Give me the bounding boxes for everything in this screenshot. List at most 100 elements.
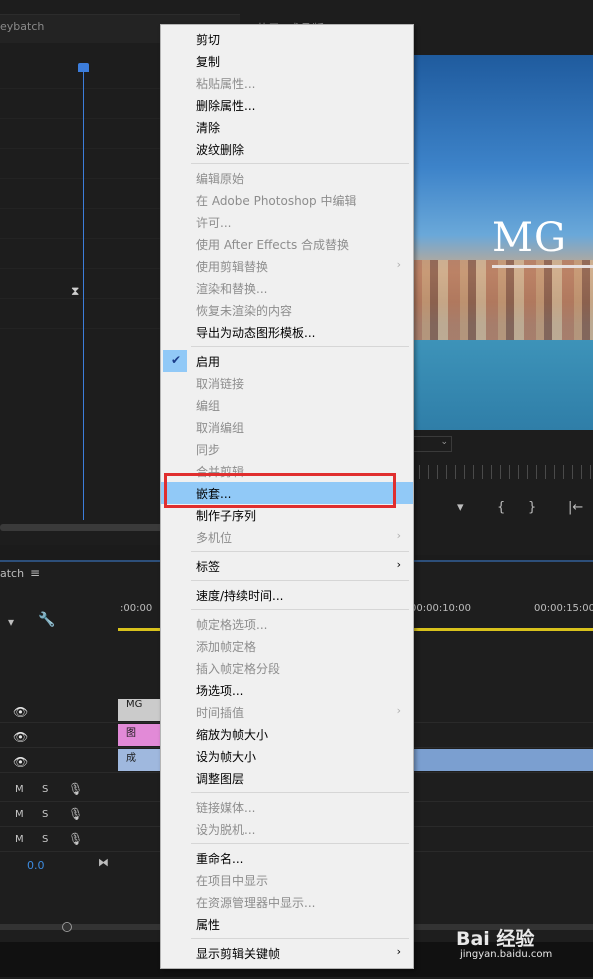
volume-icon[interactable]: ⧓: [98, 856, 109, 869]
menu-item[interactable]: 粘贴属性...: [161, 72, 413, 94]
mic-icon[interactable]: 🎙: [68, 832, 83, 846]
menu-item[interactable]: 多机位 ›: [161, 526, 413, 548]
menu-item-label: 时间插值: [196, 706, 245, 720]
menu-item[interactable]: 剪切: [161, 28, 413, 50]
solo-button[interactable]: S: [42, 809, 48, 820]
master-volume-value[interactable]: 0.0: [27, 859, 45, 872]
solo-button[interactable]: S: [42, 834, 48, 845]
menu-item-label: 编组: [196, 399, 221, 413]
menu-item-label: 渲染和替换...: [196, 282, 268, 296]
menu-item-label: 波纹删除: [196, 143, 245, 157]
menu-item[interactable]: 帧定格选项...: [161, 613, 413, 635]
go-to-in-icon[interactable]: |←: [568, 500, 583, 515]
menu-item[interactable]: 设为帧大小: [161, 745, 413, 767]
timeline-clip-v2[interactable]: 图: [118, 724, 163, 746]
menu-item[interactable]: 速度/持续时间...: [161, 584, 413, 606]
menu-item[interactable]: 显示剪辑关键帧 ›: [161, 942, 413, 964]
submenu-arrow-icon: ›: [396, 529, 401, 542]
source-panel-title[interactable]: eybatch: [0, 20, 44, 33]
video-title-underline: [492, 265, 593, 268]
resolution-dropdown[interactable]: ⌄: [412, 436, 452, 452]
menu-item-label: 剪切: [196, 33, 221, 47]
menu-item[interactable]: 渲染和替换...: [161, 277, 413, 299]
chevron-down-icon: ⌄: [440, 437, 448, 447]
menu-item[interactable]: 在项目中显示: [161, 869, 413, 891]
timeline-clip-v3[interactable]: MG: [118, 699, 163, 721]
menu-item[interactable]: 标签 ›: [161, 555, 413, 577]
menu-item[interactable]: 编组: [161, 394, 413, 416]
checkmark-icon: ✔: [171, 353, 182, 367]
menu-item-label: 设为脱机...: [196, 823, 256, 837]
watermark-logo: Bai 经验: [456, 928, 535, 950]
menu-item[interactable]: ✔ 启用: [161, 350, 413, 372]
menu-item-label: 标签: [196, 560, 221, 574]
mark-in-icon[interactable]: {: [497, 500, 505, 515]
solo-button[interactable]: S: [42, 784, 48, 795]
menu-item[interactable]: 场选项...: [161, 679, 413, 701]
playhead-line[interactable]: [83, 70, 84, 520]
add-marker-icon[interactable]: ▾: [8, 615, 14, 629]
panel-menu-icon[interactable]: ≡: [30, 566, 40, 580]
menu-item[interactable]: 删除属性...: [161, 94, 413, 116]
menu-item-label: 添加帧定格: [196, 640, 257, 654]
mute-button[interactable]: M: [15, 809, 24, 820]
menu-item-label: 导出为动态图形模板...: [196, 326, 316, 340]
menu-item[interactable]: 取消链接: [161, 372, 413, 394]
menu-separator: [191, 551, 409, 552]
menu-item[interactable]: 重命名...: [161, 847, 413, 869]
menu-item-label: 制作子序列: [196, 509, 257, 523]
menu-item-label: 属性: [196, 918, 221, 932]
menu-item[interactable]: 调整图层: [161, 767, 413, 789]
menu-item[interactable]: 取消编组: [161, 416, 413, 438]
menu-item[interactable]: 插入帧定格分段: [161, 657, 413, 679]
menu-item[interactable]: 在资源管理器中显示...: [161, 891, 413, 913]
menu-separator: [191, 163, 409, 164]
mark-out-icon[interactable]: }: [528, 500, 536, 515]
menu-item[interactable]: 导出为动态图形模板...: [161, 321, 413, 343]
add-marker-icon[interactable]: ▾: [457, 500, 464, 515]
submenu-arrow-icon: ›: [396, 258, 401, 271]
menu-item-label: 设为帧大小: [196, 750, 257, 764]
menu-item-label: 显示剪辑关键帧: [196, 947, 281, 961]
mic-icon[interactable]: 🎙: [68, 782, 83, 796]
menu-item[interactable]: 同步: [161, 438, 413, 460]
menu-item[interactable]: 清除: [161, 116, 413, 138]
mute-button[interactable]: M: [15, 784, 24, 795]
mute-button[interactable]: M: [15, 834, 24, 845]
timeline-clip-v1-label[interactable]: 成: [118, 749, 163, 771]
menu-separator: [191, 580, 409, 581]
menu-item-label: 重命名...: [196, 852, 244, 866]
eye-icon[interactable]: 👁: [13, 705, 28, 719]
menu-item-label: 调整图层: [196, 772, 245, 786]
menu-item[interactable]: 属性: [161, 913, 413, 935]
menu-item[interactable]: 在 Adobe Photoshop 中编辑: [161, 189, 413, 211]
menu-item[interactable]: 使用剪辑替换 ›: [161, 255, 413, 277]
menu-item[interactable]: 时间插值 ›: [161, 701, 413, 723]
timeline-title[interactable]: atch: [0, 567, 24, 580]
program-time-ruler[interactable]: [410, 465, 593, 479]
mic-icon[interactable]: 🎙: [68, 807, 83, 821]
video-title-text: MG: [492, 215, 567, 261]
menu-item[interactable]: 恢复未渲染的内容: [161, 299, 413, 321]
menu-item[interactable]: 编辑原始: [161, 167, 413, 189]
keyframe-icon[interactable]: ⧗: [71, 284, 79, 299]
menu-item-label: 使用剪辑替换: [196, 260, 269, 274]
wrench-icon[interactable]: 🔧: [38, 612, 55, 628]
zoom-scroll-handle[interactable]: [62, 922, 72, 932]
menu-item-label: 链接媒体...: [196, 801, 256, 815]
timecode-label: :00:00: [120, 603, 153, 614]
menu-item[interactable]: 设为脱机...: [161, 818, 413, 840]
menu-item[interactable]: 波纹删除: [161, 138, 413, 160]
menu-item[interactable]: 许可...: [161, 211, 413, 233]
menu-item-label: 复制: [196, 55, 221, 69]
menu-item[interactable]: 链接媒体...: [161, 796, 413, 818]
menu-item[interactable]: 使用 After Effects 合成替换: [161, 233, 413, 255]
eye-icon[interactable]: 👁: [13, 755, 28, 769]
menu-item-label: 启用: [196, 355, 221, 369]
menu-item-label: 取消编组: [196, 421, 245, 435]
submenu-arrow-icon: ›: [396, 704, 401, 717]
menu-item[interactable]: 复制: [161, 50, 413, 72]
menu-item[interactable]: 缩放为帧大小: [161, 723, 413, 745]
eye-icon[interactable]: 👁: [13, 730, 28, 744]
menu-item[interactable]: 添加帧定格: [161, 635, 413, 657]
